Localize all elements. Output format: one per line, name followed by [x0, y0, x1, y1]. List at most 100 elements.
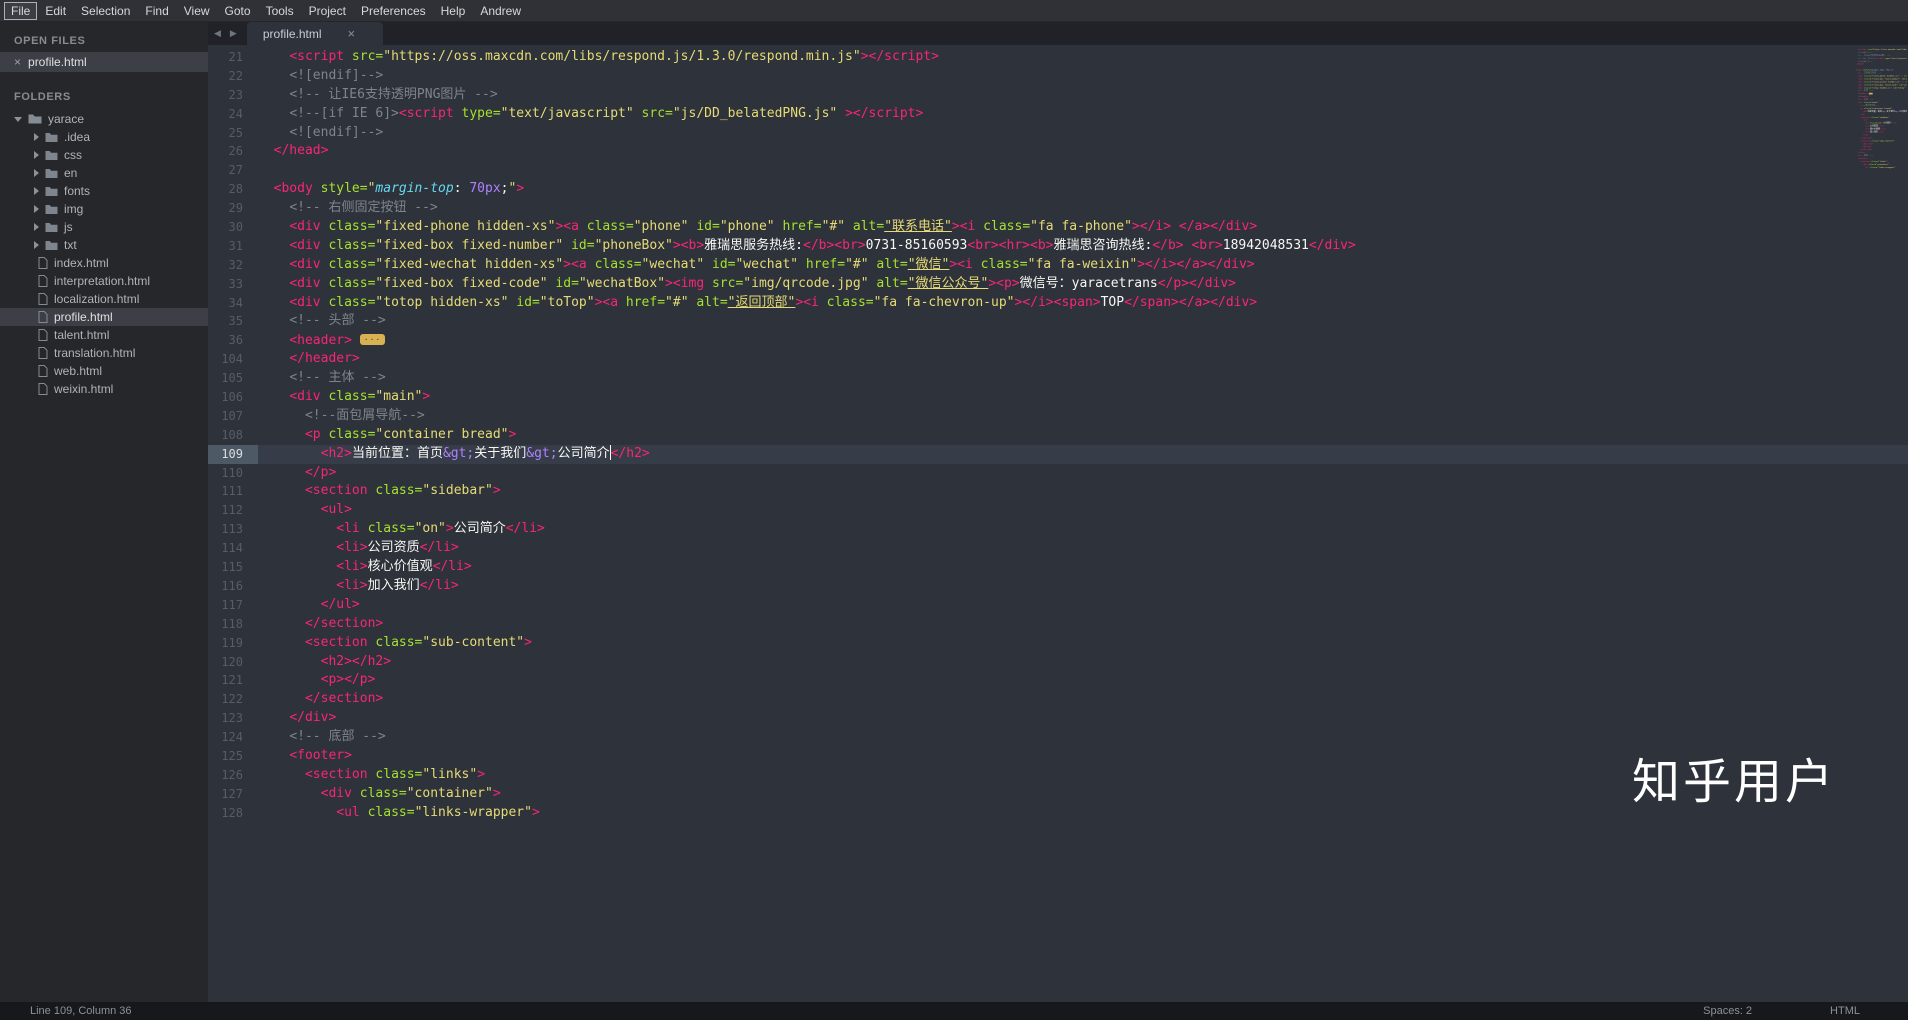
tree-file-interpretation[interactable]: interpretation.html [0, 272, 208, 290]
line-number[interactable]: 118 [208, 615, 258, 634]
code-line-122[interactable]: 122 </section> [208, 690, 1908, 709]
menu-item-help[interactable]: Help [434, 2, 473, 20]
menu-item-andrew[interactable]: Andrew [473, 2, 528, 20]
code-line-104[interactable]: 104 </header> [208, 350, 1908, 369]
line-number[interactable]: 128 [208, 804, 258, 823]
line-number[interactable]: 22 [208, 67, 258, 86]
line-number[interactable]: 120 [208, 653, 258, 672]
tree-folder-js[interactable]: js [0, 218, 208, 236]
code-line-118[interactable]: 118 </section> [208, 615, 1908, 634]
code-line-25[interactable]: 25 <![endif]--> [208, 124, 1908, 143]
line-number[interactable]: 110 [208, 464, 258, 483]
line-number[interactable]: 113 [208, 520, 258, 539]
line-number[interactable]: 107 [208, 407, 258, 426]
line-number[interactable]: 25 [208, 124, 258, 143]
editor[interactable]: 21 <script src="https://oss.maxcdn.com/l… [208, 45, 1908, 1002]
tab-scroll-right-icon[interactable]: ▶ [230, 28, 237, 39]
line-number[interactable]: 116 [208, 577, 258, 596]
code-line-105[interactable]: 105 <!-- 主体 --> [208, 369, 1908, 388]
menu-item-view[interactable]: View [177, 2, 217, 20]
line-number[interactable]: 31 [208, 237, 258, 256]
line-number[interactable]: 124 [208, 728, 258, 747]
line-number[interactable]: 33 [208, 275, 258, 294]
tree-folder-txt[interactable]: txt [0, 236, 208, 254]
menu-item-project[interactable]: Project [302, 2, 353, 20]
syntax-mode[interactable]: HTML [1830, 1005, 1860, 1017]
line-number[interactable]: 30 [208, 218, 258, 237]
line-number[interactable]: 126 [208, 766, 258, 785]
line-number[interactable]: 105 [208, 369, 258, 388]
code-line-117[interactable]: 117 </ul> [208, 596, 1908, 615]
line-number[interactable]: 36 [208, 331, 258, 350]
tree-file-index[interactable]: index.html [0, 254, 208, 272]
code-line-120[interactable]: 120 <h2></h2> [208, 653, 1908, 672]
code-line-22[interactable]: 22 <![endif]--> [208, 67, 1908, 86]
menu-item-find[interactable]: Find [138, 2, 175, 20]
tree-folder-en[interactable]: en [0, 164, 208, 182]
line-number[interactable]: 125 [208, 747, 258, 766]
tab-profile-html[interactable]: profile.html × [246, 22, 383, 45]
line-number[interactable]: 117 [208, 596, 258, 615]
line-number[interactable]: 27 [208, 161, 258, 180]
line-number[interactable]: 108 [208, 426, 258, 445]
indent-setting[interactable]: Spaces: 2 [1703, 1005, 1752, 1017]
line-number[interactable]: 28 [208, 180, 258, 199]
menu-item-selection[interactable]: Selection [74, 2, 137, 20]
tab-close-icon[interactable]: × [348, 26, 356, 41]
line-number[interactable]: 122 [208, 690, 258, 709]
line-number[interactable]: 106 [208, 388, 258, 407]
tree-folder-fonts[interactable]: fonts [0, 182, 208, 200]
menu-item-edit[interactable]: Edit [38, 2, 73, 20]
menu-item-file[interactable]: File [4, 1, 38, 20]
code-line-116[interactable]: 116 <li>加入我们</li> [208, 577, 1908, 596]
line-number[interactable]: 115 [208, 558, 258, 577]
line-number[interactable]: 104 [208, 350, 258, 369]
line-number[interactable]: 32 [208, 256, 258, 275]
code-line-123[interactable]: 123 </div> [208, 709, 1908, 728]
line-number[interactable]: 24 [208, 105, 258, 124]
code-line-109[interactable]: 109 <h2>当前位置：首页&gt;关于我们&gt;公司简介</h2> [208, 444, 1908, 464]
tree-folder-idea[interactable]: .idea [0, 128, 208, 146]
tree-file-translation[interactable]: translation.html [0, 344, 208, 362]
tree-file-talent[interactable]: talent.html [0, 326, 208, 344]
line-number[interactable]: 35 [208, 312, 258, 331]
code-line-33[interactable]: 33 <div class="fixed-box fixed-code" id=… [208, 275, 1908, 294]
line-number[interactable]: 111 [208, 482, 258, 501]
tab-scroll-left-icon[interactable]: ◀ [214, 28, 221, 39]
code-line-23[interactable]: 23 <!-- 让IE6支持透明PNG图片 --> [208, 86, 1908, 105]
code-line-28[interactable]: 28 <body style="margin-top: 70px;"> [208, 180, 1908, 199]
line-number[interactable]: 127 [208, 785, 258, 804]
open-file-row-profile[interactable]: × profile.html [0, 52, 208, 72]
code-line-36[interactable]: 36 <header> ··· [208, 331, 1908, 350]
line-number[interactable]: 34 [208, 294, 258, 313]
line-number[interactable]: 114 [208, 539, 258, 558]
tree-file-profile[interactable]: profile.html [0, 308, 208, 326]
code-line-27[interactable]: 27 [208, 161, 1908, 180]
line-number[interactable]: 21 [208, 48, 258, 67]
tree-folder-img[interactable]: img [0, 200, 208, 218]
minimap[interactable]: <script src="https://oss.maxcdn.com/libs… [1853, 48, 1907, 967]
tree-folder-css[interactable]: css [0, 146, 208, 164]
close-icon[interactable]: × [14, 56, 21, 68]
menu-item-tools[interactable]: Tools [259, 2, 301, 20]
code-line-21[interactable]: 21 <script src="https://oss.maxcdn.com/l… [208, 48, 1908, 67]
code-line-26[interactable]: 26 </head> [208, 142, 1908, 161]
code-line-35[interactable]: 35 <!-- 头部 --> [208, 312, 1908, 331]
line-number[interactable]: 29 [208, 199, 258, 218]
line-number[interactable]: 119 [208, 634, 258, 653]
code-line-115[interactable]: 115 <li>核心价值观</li> [208, 558, 1908, 577]
code-line-31[interactable]: 31 <div class="fixed-box fixed-number" i… [208, 237, 1908, 256]
line-number[interactable]: 23 [208, 86, 258, 105]
code-line-108[interactable]: 108 <p class="container bread"> [208, 426, 1908, 445]
code-line-119[interactable]: 119 <section class="sub-content"> [208, 634, 1908, 653]
code-line-32[interactable]: 32 <div class="fixed-wechat hidden-xs"><… [208, 256, 1908, 275]
menu-item-preferences[interactable]: Preferences [354, 2, 433, 20]
menu-item-goto[interactable]: Goto [218, 2, 258, 20]
line-number[interactable]: 26 [208, 142, 258, 161]
code-line-107[interactable]: 107 <!--面包屑导航--> [208, 407, 1908, 426]
code-line-111[interactable]: 111 <section class="sidebar"> [208, 482, 1908, 501]
line-number[interactable]: 112 [208, 501, 258, 520]
code-line-30[interactable]: 30 <div class="fixed-phone hidden-xs"><a… [208, 218, 1908, 237]
code-line-112[interactable]: 112 <ul> [208, 501, 1908, 520]
tree-root-yarace[interactable]: yarace [0, 110, 208, 128]
